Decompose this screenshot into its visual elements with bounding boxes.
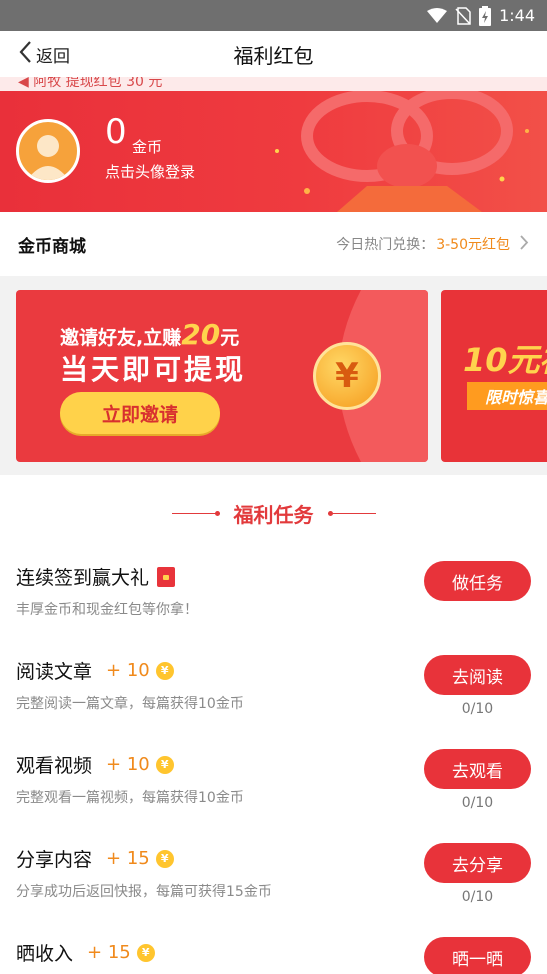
do-task-button[interactable]: 做任务 [424, 561, 531, 601]
hot-exchange-value: 3-50元红包 [436, 237, 510, 253]
notice-marquee: ◀ 阿牧 提现红包 30 元 [0, 77, 547, 91]
show-income-button[interactable]: 晒一晒 [424, 937, 531, 974]
wifi-icon [427, 7, 448, 24]
coin-shop-row[interactable]: 金币商城 今日热门兑换： 3-50元红包 [0, 212, 547, 276]
task-reward: + 15 ¥ [87, 942, 155, 963]
user-banner: 0 金币 点击头像登录 [0, 91, 547, 212]
hot-exchange-label: 今日热门兑换： [336, 237, 435, 253]
invite-now-button[interactable]: 立即邀请 [60, 392, 220, 434]
coin-icon: ¥ [155, 849, 174, 868]
tasks-section-title: 福利任务 [233, 502, 314, 527]
task-title: 阅读文章 + 10 ¥ [16, 657, 174, 684]
task-name: 阅读文章 [16, 661, 93, 683]
invite-promo-card[interactable]: 邀请好友,立赚20元 当天即可提现 立即邀请 ¥ [16, 290, 428, 462]
task-description: 丰厚金币和现金红包等你拿！ [16, 602, 198, 618]
promo-headline: 邀请好友,立赚20元 [60, 318, 239, 351]
coin-icon: ¥ [136, 943, 155, 962]
task-title: 连续签到赢大礼 [16, 563, 176, 590]
task-name: 分享内容 [16, 849, 93, 871]
promo-carousel: 邀请好友,立赚20元 当天即可提现 立即邀请 ¥ 10元福 限时惊喜 [0, 290, 547, 475]
chevron-left-icon [18, 40, 32, 69]
task-description: 完整阅读一篇文章，每篇获得10金币 [16, 696, 244, 712]
go-read-button[interactable]: 去阅读 [424, 655, 531, 695]
coin-unit: 金币 [132, 138, 163, 156]
hot-exchange: 今日热门兑换： 3-50元红包 [336, 234, 529, 254]
promo2-subheadline: 限时惊喜 [467, 382, 547, 410]
back-label: 返回 [36, 46, 70, 67]
promo-amount: 20 [181, 318, 221, 351]
promo-headline-prefix: 邀请好友,立赚 [60, 327, 182, 349]
gift-bow-decoration [275, 91, 529, 212]
coin-shop-title: 金币商城 [18, 236, 86, 257]
red-envelope-icon [157, 566, 176, 587]
promo-card-next[interactable]: 10元福 限时惊喜 [441, 290, 547, 462]
go-share-button[interactable]: 去分享 [424, 843, 531, 883]
promo-headline-suffix: 元 [220, 327, 240, 349]
go-watch-button[interactable]: 去观看 [424, 749, 531, 789]
promo-subheadline: 当天即可提现 [60, 353, 247, 386]
clock: 1:44 [499, 6, 535, 25]
reward-amount: + 10 [106, 660, 150, 681]
task-name: 晒收入 [16, 943, 74, 965]
task-title: 晒收入 + 15 ¥ [16, 939, 155, 966]
task-item-video: 观看视频 + 10 ¥ 完整观看一篇视频，每篇获得10金币 去观看 0/10 [0, 739, 547, 833]
tasks-section-header: 福利任务 [0, 475, 547, 551]
task-reward: + 10 ¥ [106, 660, 174, 681]
task-description: 完整观看一篇视频，每篇获得10金币 [16, 790, 244, 806]
reward-amount: + 15 [87, 942, 131, 963]
task-description: 分享成功后返回快报，每篇可获得15金币 [16, 884, 272, 900]
avatar[interactable] [16, 119, 80, 183]
task-item-read: 阅读文章 + 10 ¥ 完整阅读一篇文章，每篇获得10金币 去阅读 0/10 [0, 645, 547, 739]
coin-icon: ¥ [155, 661, 174, 680]
task-reward: + 15 ¥ [106, 848, 174, 869]
page: 1:44 返回 福利红包 ◀ 阿牧 提现红包 30 元 0 金币 点击头像登录 … [0, 0, 547, 974]
status-bar: 1:44 [0, 0, 547, 31]
coin-icon: ¥ [155, 755, 174, 774]
task-progress: 0/10 [461, 701, 494, 717]
task-item-checkin: 连续签到赢大礼 丰厚金币和现金红包等你拿！ 做任务 [0, 551, 547, 645]
yuan-coin-icon: ¥ [313, 342, 381, 410]
reward-amount: + 10 [106, 754, 150, 775]
promo2-headline: 10元福 [463, 341, 547, 379]
task-progress: 0/10 [461, 889, 494, 905]
chevron-right-icon [520, 234, 529, 254]
task-progress: 0/10 [461, 795, 494, 811]
task-reward: + 10 ¥ [106, 754, 174, 775]
coin-balance: 0 [105, 112, 127, 152]
navigation-header: 返回 福利红包 [0, 31, 547, 77]
back-button[interactable]: 返回 [18, 31, 70, 77]
task-item-show-income: 晒收入 + 15 ¥ 晒一晒 [0, 927, 547, 974]
no-sim-icon [455, 6, 471, 25]
header-line-right [327, 510, 376, 516]
user-silhouette-icon [27, 135, 69, 180]
header-line-left [171, 510, 220, 516]
task-item-share: 分享内容 + 15 ¥ 分享成功后返回快报，每篇可获得15金币 去分享 0/10 [0, 833, 547, 927]
task-title: 分享内容 + 15 ¥ [16, 845, 174, 872]
task-name: 观看视频 [16, 755, 93, 777]
battery-charging-icon [479, 5, 492, 26]
task-name: 连续签到赢大礼 [16, 567, 150, 589]
section-divider [0, 276, 547, 290]
login-hint[interactable]: 点击头像登录 [105, 161, 195, 182]
notice-text: ◀ 阿牧 提现红包 30 元 [18, 77, 163, 90]
reward-amount: + 15 [106, 848, 150, 869]
task-title: 观看视频 + 10 ¥ [16, 751, 174, 778]
page-title: 福利红包 [233, 43, 314, 68]
